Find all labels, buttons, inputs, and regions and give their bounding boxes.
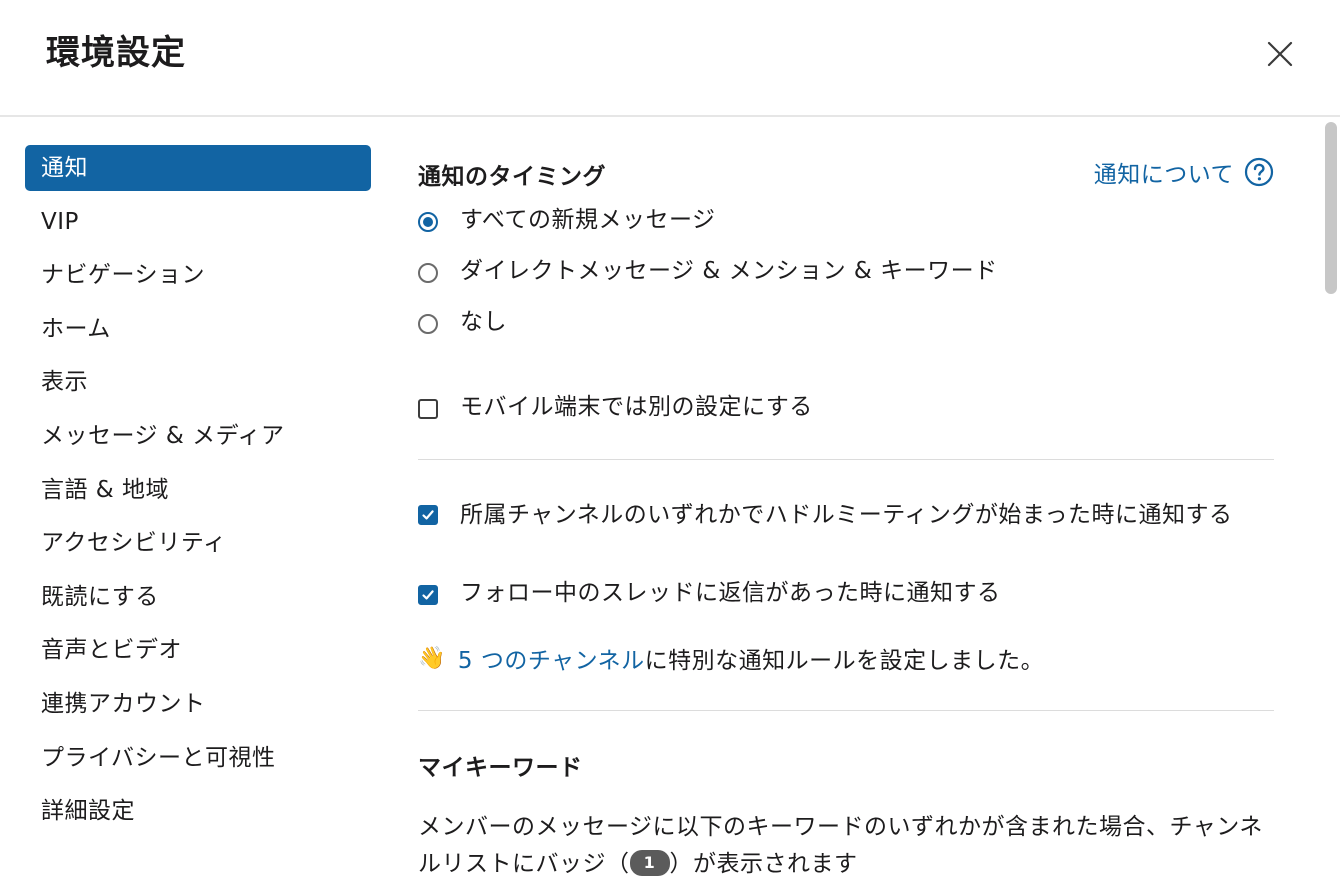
help-circle-icon bbox=[1244, 157, 1274, 187]
radio-none[interactable] bbox=[418, 314, 438, 334]
sidebar-item-navigation[interactable]: ナビゲーション bbox=[25, 252, 371, 298]
mention-badge: 1 bbox=[629, 849, 670, 876]
section-divider bbox=[418, 459, 1274, 460]
sidebar-item-audio-video[interactable]: 音声とビデオ bbox=[25, 627, 371, 673]
about-notifications-link[interactable]: 通知について bbox=[1094, 155, 1274, 189]
huddle-notify-label: 所属チャンネルのいずれかでハドルミーティングが始まった時に通知する bbox=[460, 502, 1233, 528]
timing-header: 通知のタイミング 通知について bbox=[418, 155, 1274, 190]
mobile-settings-checkbox[interactable] bbox=[418, 399, 438, 419]
sidebar-item-home[interactable]: ホーム bbox=[25, 306, 371, 352]
thread-reply-option[interactable]: フォロー中のスレッドに返信があった時に通知する bbox=[418, 580, 1001, 609]
radio-all-messages[interactable] bbox=[418, 212, 438, 232]
channel-rules-text: に特別な通知ルールを設定しました。 bbox=[644, 648, 1045, 674]
timing-option-label: なし bbox=[460, 309, 507, 335]
timing-section-title: 通知のタイミング bbox=[418, 164, 606, 190]
sidebar-item-display[interactable]: 表示 bbox=[25, 359, 371, 405]
sidebar-item-vip[interactable]: VIP bbox=[25, 199, 371, 245]
channels-link[interactable]: 5 つのチャンネル bbox=[458, 641, 645, 675]
keywords-desc-after: ）が表示されます bbox=[669, 851, 858, 877]
preferences-sidebar: 通知 VIP ナビゲーション ホーム 表示 メッセージ & メディア 言語 & … bbox=[25, 145, 371, 842]
keywords-description: メンバーのメッセージに以下のキーワードのいずれかが含まれた場合、チャンネルリスト… bbox=[418, 809, 1274, 883]
keywords-section-title: マイキーワード bbox=[418, 755, 583, 781]
scrollbar-thumb[interactable] bbox=[1325, 122, 1337, 294]
timing-option-dm-mentions[interactable]: ダイレクトメッセージ & メンション & キーワード bbox=[418, 258, 998, 287]
sidebar-item-mark-as-read[interactable]: 既読にする bbox=[25, 574, 371, 620]
sidebar-item-accessibility[interactable]: アクセシビリティ bbox=[25, 520, 371, 566]
sidebar-item-messages-media[interactable]: メッセージ & メディア bbox=[25, 413, 371, 459]
scrollbar[interactable] bbox=[1324, 122, 1338, 895]
mobile-settings-label: モバイル端末では別の設定にする bbox=[460, 394, 813, 420]
sidebar-item-connected-accounts[interactable]: 連携アカウント bbox=[25, 681, 371, 727]
huddle-notify-option[interactable]: 所属チャンネルのいずれかでハドルミーティングが始まった時に通知する bbox=[418, 501, 1274, 534]
checkmark-icon bbox=[422, 510, 434, 520]
huddle-notify-checkbox[interactable] bbox=[418, 505, 438, 525]
timing-option-label: すべての新規メッセージ bbox=[460, 207, 716, 233]
preferences-dialog: 環境設定 通知 VIP ナビゲーション ホーム 表示 メッセージ & メディア … bbox=[0, 0, 1340, 895]
thread-reply-checkbox[interactable] bbox=[418, 585, 438, 605]
sidebar-item-advanced[interactable]: 詳細設定 bbox=[25, 788, 371, 834]
waving-hand-icon: 👋 bbox=[418, 645, 446, 671]
timing-option-label: ダイレクトメッセージ & メンション & キーワード bbox=[460, 258, 998, 284]
mobile-settings-option[interactable]: モバイル端末では別の設定にする bbox=[418, 394, 813, 423]
sidebar-item-notifications[interactable]: 通知 bbox=[25, 145, 371, 191]
timing-option-none[interactable]: なし bbox=[418, 309, 507, 338]
section-divider bbox=[418, 710, 1274, 711]
dialog-title: 環境設定 bbox=[46, 33, 186, 73]
sidebar-item-language-region[interactable]: 言語 & 地域 bbox=[25, 467, 371, 513]
close-button[interactable] bbox=[1258, 32, 1302, 76]
about-notifications-label: 通知について bbox=[1093, 162, 1234, 188]
channel-rules-note: 👋 5 つのチャンネル に特別な通知ルールを設定しました。 bbox=[418, 641, 1044, 675]
checkmark-icon bbox=[422, 590, 434, 600]
sidebar-item-privacy-visibility[interactable]: プライバシーと可視性 bbox=[25, 735, 371, 781]
thread-reply-label: フォロー中のスレッドに返信があった時に通知する bbox=[460, 580, 1001, 606]
timing-option-all[interactable]: すべての新規メッセージ bbox=[418, 207, 716, 236]
close-icon bbox=[1267, 41, 1293, 67]
radio-dm-mentions-keywords[interactable] bbox=[418, 263, 438, 283]
dialog-header: 環境設定 bbox=[0, 0, 1340, 117]
